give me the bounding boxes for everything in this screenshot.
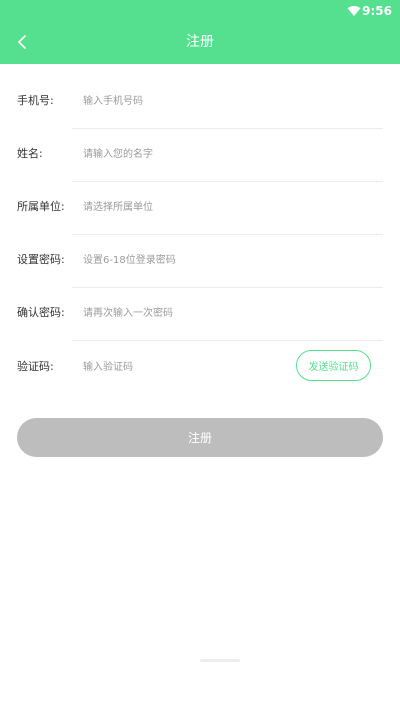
verification-code-row: 验证码: 发送验证码 [17,343,383,395]
register-button[interactable]: 注册 [17,418,383,457]
unit-select-input[interactable] [83,195,283,219]
wifi-icon [347,5,361,16]
navigation-bar: 注册 [0,22,400,64]
verification-code-label: 验证码: [17,360,54,373]
unit-label: 所属单位: [17,200,65,213]
header: 9:56 注册 [0,0,400,64]
password-label: 设置密码: [17,253,65,266]
register-screen: 9:56 注册 手机号: 姓名: 所属单位: [0,0,400,710]
status-bar: 9:56 [0,0,400,22]
confirm-password-row: 确认密码: [17,289,383,341]
divider [72,181,383,182]
phone-row: 手机号: [17,77,383,129]
page-title: 注册 [186,34,214,50]
verification-code-input[interactable] [83,355,263,379]
divider [72,234,383,235]
divider [72,287,383,288]
name-label: 姓名: [17,147,43,160]
confirm-password-input[interactable] [83,301,283,325]
phone-label: 手机号: [17,94,54,107]
status-time: 9:56 [362,4,392,18]
divider [72,128,383,129]
name-row: 姓名: [17,130,383,182]
password-row: 设置密码: [17,236,383,288]
phone-input[interactable] [83,89,283,113]
name-input[interactable] [83,142,283,166]
unit-row: 所属单位: [17,183,383,235]
confirm-password-label: 确认密码: [17,306,65,319]
password-input[interactable] [83,248,283,272]
send-code-button[interactable]: 发送验证码 [296,350,371,381]
divider [72,340,383,341]
home-indicator [200,659,240,662]
